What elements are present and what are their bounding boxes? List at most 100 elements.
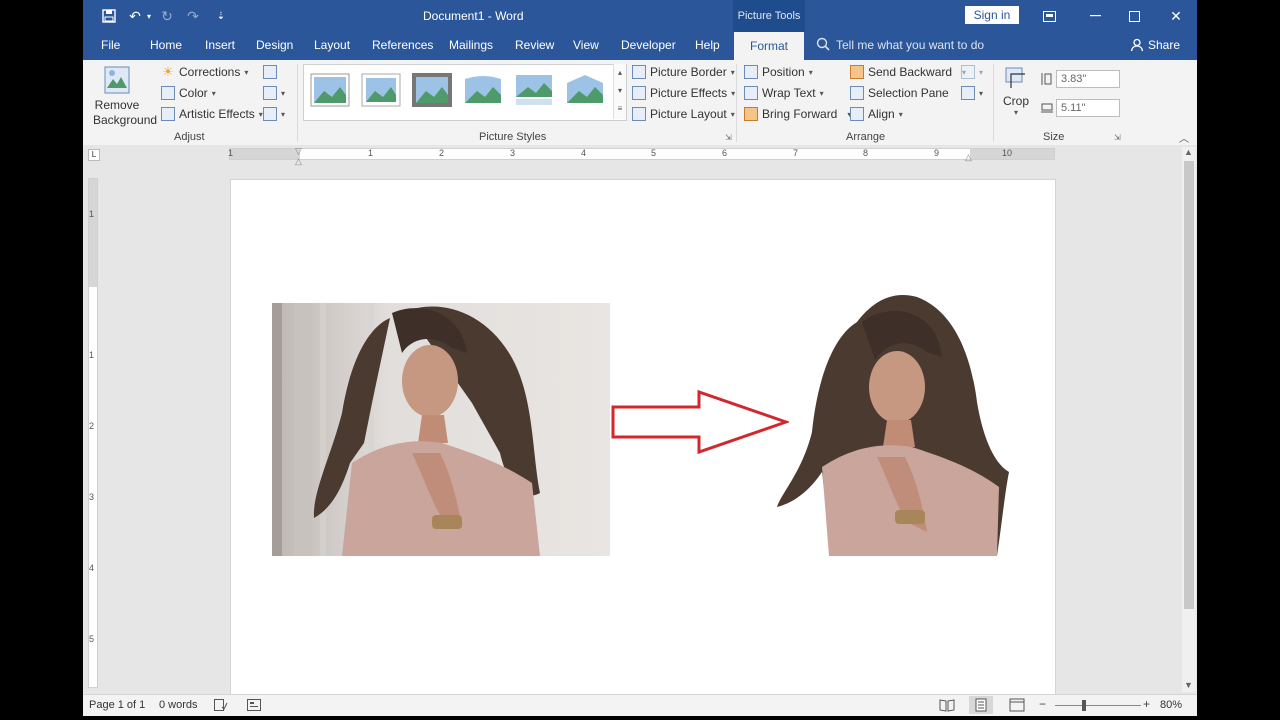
vertical-ruler[interactable]: 1 1 2 3 4 5 bbox=[88, 178, 98, 688]
gallery-more-icon[interactable]: ≡ bbox=[614, 100, 626, 118]
tab-developer[interactable]: Developer bbox=[621, 38, 676, 52]
horizontal-ruler[interactable]: 1 1 2 3 4 5 6 7 8 9 10 bbox=[228, 148, 1055, 160]
group-objects-button[interactable]: ▾ bbox=[961, 65, 983, 79]
crop-label: Crop bbox=[1002, 94, 1029, 108]
picture-layout-button[interactable]: Picture Layout ▾ bbox=[632, 107, 735, 121]
vruler-number: 2 bbox=[89, 421, 95, 431]
customize-qat-icon[interactable]: ⇣ bbox=[213, 8, 229, 24]
send-backward-button[interactable]: Send Backward ▾ bbox=[850, 65, 966, 79]
tab-selector-icon[interactable]: L bbox=[88, 149, 100, 161]
left-indent-icon[interactable]: △ bbox=[295, 156, 302, 167]
status-bar: Page 1 of 1 0 words − + 80% bbox=[83, 694, 1197, 716]
tab-layout[interactable]: Layout bbox=[314, 38, 350, 52]
repeat-icon[interactable]: ↷ bbox=[185, 8, 201, 24]
tab-help[interactable]: Help bbox=[695, 38, 720, 52]
close-icon[interactable]: ✕ bbox=[1164, 6, 1188, 26]
rotate-button[interactable]: ▾ bbox=[961, 86, 983, 100]
shape-width-value: 5.11" bbox=[1061, 102, 1086, 114]
color-label: Color bbox=[179, 86, 208, 100]
picture-effects-dropdown-icon: ▾ bbox=[731, 88, 736, 98]
picture-style-thumbnail[interactable] bbox=[463, 73, 503, 107]
scroll-down-icon[interactable]: ▼ bbox=[1184, 680, 1193, 690]
picture-layout-label: Picture Layout bbox=[650, 107, 727, 121]
right-indent-icon[interactable]: △ bbox=[965, 152, 972, 163]
undo-dropdown-icon[interactable]: ▾ bbox=[141, 8, 157, 24]
bring-forward-button[interactable]: Bring Forward ▾ bbox=[744, 107, 851, 121]
picture-style-thumbnail[interactable] bbox=[310, 73, 350, 107]
align-label: Align bbox=[868, 107, 895, 121]
picture-styles-launcher-icon[interactable]: ⇲ bbox=[725, 133, 732, 142]
picture-style-thumbnail[interactable] bbox=[514, 73, 554, 107]
tab-review[interactable]: Review bbox=[515, 38, 554, 52]
word-count[interactable]: 0 words bbox=[159, 699, 198, 711]
picture-style-thumbnail[interactable] bbox=[412, 73, 452, 107]
picture-effects-button[interactable]: Picture Effects ▾ bbox=[632, 86, 735, 100]
artistic-effects-button[interactable]: Artistic Effects ▾ bbox=[161, 107, 263, 121]
wrap-text-button[interactable]: Wrap Text ▾ bbox=[744, 86, 824, 100]
ruler-number: 10 bbox=[1002, 148, 1013, 158]
zoom-out-icon[interactable]: − bbox=[1039, 697, 1046, 711]
redo-icon[interactable]: ↻ bbox=[159, 8, 175, 24]
scroll-up-icon[interactable]: ▲ bbox=[1184, 147, 1193, 157]
change-picture-button[interactable]: ▾ bbox=[263, 86, 285, 100]
ribbon-display-options-icon[interactable] bbox=[1037, 6, 1061, 26]
gallery-scroll[interactable]: ▴ ▾ ≡ bbox=[613, 64, 626, 119]
crop-button[interactable]: Crop ▾ bbox=[1001, 66, 1031, 117]
background-removed-picture[interactable] bbox=[777, 292, 1017, 556]
collapse-ribbon-icon[interactable]: ︿ bbox=[1179, 130, 1189, 145]
change-picture-dropdown-icon: ▾ bbox=[281, 88, 286, 98]
read-mode-icon[interactable] bbox=[939, 698, 955, 715]
sign-in-button[interactable]: Sign in bbox=[965, 6, 1019, 24]
vertical-scrollbar[interactable]: ▲ ▼ bbox=[1182, 147, 1196, 692]
proofing-icon[interactable] bbox=[214, 699, 228, 714]
save-icon[interactable] bbox=[101, 8, 117, 24]
compress-pictures-button[interactable] bbox=[263, 65, 277, 79]
tab-references[interactable]: References bbox=[372, 38, 433, 52]
zoom-slider-thumb[interactable] bbox=[1082, 700, 1086, 711]
picture-style-thumbnail[interactable] bbox=[565, 73, 605, 107]
maximize-icon[interactable] bbox=[1122, 6, 1146, 26]
print-layout-icon[interactable] bbox=[969, 696, 993, 714]
color-button[interactable]: Color ▾ bbox=[161, 86, 216, 100]
align-button[interactable]: Align ▾ bbox=[850, 107, 903, 121]
tab-file[interactable]: File bbox=[101, 38, 120, 52]
vruler-number: 5 bbox=[89, 634, 95, 644]
picture-border-button[interactable]: Picture Border ▾ bbox=[632, 65, 735, 79]
tab-format[interactable]: Format bbox=[734, 32, 805, 60]
reset-picture-button[interactable]: ▾ bbox=[263, 107, 285, 121]
share-button[interactable]: Share bbox=[1148, 38, 1180, 52]
zoom-slider[interactable] bbox=[1055, 705, 1141, 706]
position-button[interactable]: Position ▾ bbox=[744, 65, 813, 79]
selection-pane-button[interactable]: Selection Pane bbox=[850, 86, 949, 100]
red-arrow-shape[interactable] bbox=[611, 388, 791, 456]
macro-record-icon[interactable] bbox=[247, 699, 261, 714]
gallery-down-icon[interactable]: ▾ bbox=[614, 82, 626, 100]
tab-design[interactable]: Design bbox=[256, 38, 293, 52]
original-picture[interactable] bbox=[272, 303, 610, 556]
tab-mailings[interactable]: Mailings bbox=[449, 38, 493, 52]
align-icon bbox=[850, 107, 864, 121]
remove-background-button[interactable]: Remove Background bbox=[93, 64, 157, 128]
shape-height-input[interactable]: 3.83" bbox=[1056, 70, 1120, 88]
tab-home[interactable]: Home bbox=[150, 38, 182, 52]
page-count[interactable]: Page 1 of 1 bbox=[89, 699, 145, 711]
picture-tools-header: Picture Tools bbox=[733, 0, 805, 32]
shape-width-input[interactable]: 5.11" bbox=[1056, 99, 1120, 117]
scroll-thumb[interactable] bbox=[1184, 161, 1194, 609]
web-layout-icon[interactable] bbox=[1009, 698, 1025, 715]
picture-styles-gallery[interactable] bbox=[303, 64, 627, 121]
gallery-up-icon[interactable]: ▴ bbox=[614, 64, 626, 82]
share-person-icon[interactable] bbox=[1130, 38, 1144, 55]
zoom-level[interactable]: 80% bbox=[1160, 699, 1182, 711]
position-icon bbox=[744, 65, 758, 79]
tab-view[interactable]: View bbox=[573, 38, 599, 52]
tell-me-search[interactable]: Tell me what you want to do bbox=[836, 38, 984, 52]
tab-insert[interactable]: Insert bbox=[205, 38, 235, 52]
group-divider bbox=[736, 64, 737, 142]
minimize-icon[interactable] bbox=[1083, 6, 1107, 26]
size-launcher-icon[interactable]: ⇲ bbox=[1114, 133, 1121, 142]
picture-styles-group-label: Picture Styles bbox=[479, 131, 547, 143]
zoom-in-icon[interactable]: + bbox=[1143, 697, 1150, 711]
picture-style-thumbnail[interactable] bbox=[361, 73, 401, 107]
corrections-button[interactable]: ☀ Corrections ▾ bbox=[161, 65, 248, 80]
